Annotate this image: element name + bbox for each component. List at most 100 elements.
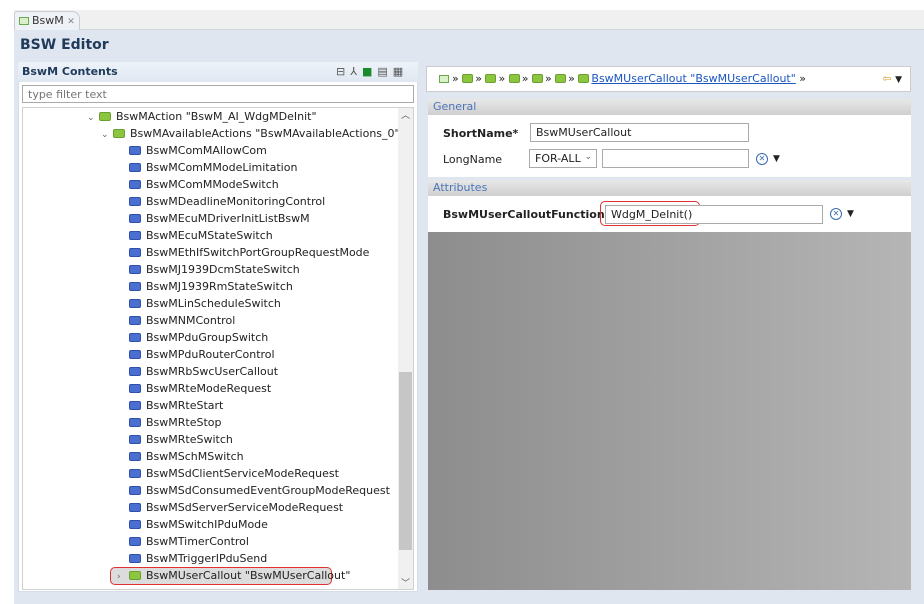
section-general-title: General [428, 99, 911, 115]
document-icon[interactable]: ▤ [377, 65, 392, 78]
tree-item-label: BswMUserCallout "BswMUserCallout" [146, 569, 351, 582]
expand-chevron-icon[interactable]: ⌄ [101, 127, 113, 144]
tree-item[interactable]: BswMRteStop [129, 414, 222, 431]
tree-item[interactable]: BswMSdServerServiceModeRequest [129, 499, 343, 516]
tree-item-label: BswMSchMSwitch [146, 450, 244, 463]
tree-item[interactable]: BswMDeadlineMonitoringControl [129, 193, 325, 210]
tree-item-label: BswMRbSwcUserCallout [146, 365, 279, 378]
tree-item[interactable]: BswMComMAllowCom [129, 142, 267, 159]
tree-item[interactable]: BswMRteStart [129, 397, 223, 414]
table-icon[interactable]: ▦ [393, 65, 408, 78]
folder-icon[interactable] [531, 74, 543, 83]
scrollbar-thumb[interactable] [399, 372, 412, 550]
tree-item[interactable]: BswMRteModeRequest [129, 380, 271, 397]
callout-function-field[interactable]: WdgM_DeInit() [605, 205, 823, 224]
folder-icon [129, 282, 141, 291]
tree-item-label: BswMJ1939DcmStateSwitch [146, 263, 300, 276]
tree-item[interactable]: BswMSchMSwitch [129, 448, 244, 465]
tree-item-label: BswMComMModeLimitation [146, 161, 298, 174]
module-icon[interactable] [439, 75, 449, 83]
scroll-down-icon[interactable]: ﹀ [398, 576, 413, 589]
tab-bswm[interactable]: BswM ✕ [14, 11, 80, 30]
tree-item[interactable]: BswMPduRouterControl [129, 346, 275, 363]
chevron-right-icon[interactable]: » [498, 72, 508, 85]
language-select[interactable]: FOR-ALL ⌄ [529, 149, 597, 168]
tree-item[interactable]: ⌄ BswMAvailableActions "BswMAvailableActi… [101, 125, 400, 142]
chevron-right-icon[interactable]: » [522, 72, 532, 85]
folder-icon[interactable] [508, 74, 520, 83]
tree-item[interactable]: ⌄ BswMAction "BswM_AI_WdgMDeInit" [87, 108, 317, 125]
dropdown-arrow-icon[interactable]: ▼ [773, 154, 780, 164]
tree-item[interactable]: BswMJ1939DcmStateSwitch [129, 261, 300, 278]
folder-icon [129, 503, 141, 512]
dropdown-arrow-icon[interactable]: ▼ [847, 209, 854, 219]
tree-item-label: BswMComMAllowCom [146, 144, 267, 157]
scroll-up-icon[interactable]: ︿ [398, 108, 413, 121]
chevron-right-icon[interactable]: » [545, 72, 555, 85]
tree-item[interactable]: BswMTriggerIPduSend [129, 550, 267, 567]
tree-item[interactable]: BswMComMModeSwitch [129, 176, 279, 193]
tree-item[interactable]: BswMNMControl [129, 312, 235, 329]
tree-item-label: BswMEthIfSwitchPortGroupRequestMode [146, 246, 370, 259]
variant-icon[interactable]: ■ [362, 65, 377, 78]
tree-item[interactable]: BswMRbSwcUserCallout [129, 363, 278, 380]
tree-item[interactable]: BswMSdConsumedEventGroupModeRequest [129, 482, 390, 499]
breadcrumb: » » » » » » BswMUserCallout "BswMUserCal… [426, 66, 911, 92]
tree-item[interactable]: BswMEcuMStateSwitch [129, 227, 273, 244]
tree-item-label: BswMEcuMStateSwitch [146, 229, 273, 242]
folder-icon[interactable] [462, 74, 474, 83]
collapse-chevron-icon[interactable]: › [117, 569, 129, 586]
tree-item[interactable]: BswMEcuMDriverInitListBswM [129, 210, 310, 227]
shortname-field[interactable]: BswMUserCallout [530, 123, 749, 142]
filter-input[interactable] [22, 85, 414, 103]
folder-icon [129, 469, 141, 478]
chevron-right-icon[interactable]: » [452, 72, 462, 85]
tree-item[interactable]: BswMSdClientServiceModeRequest [129, 465, 339, 482]
folder-icon [129, 265, 141, 274]
tree-item-label: BswMSdServerServiceModeRequest [146, 501, 344, 514]
folder-icon [129, 231, 141, 240]
tree-item[interactable]: BswMEthIfSwitchPortGroupRequestMode [129, 244, 369, 261]
tree-item[interactable]: BswMRteSwitch [129, 431, 233, 448]
tree-item-label: BswMSdConsumedEventGroupModeRequest [146, 484, 390, 497]
folder-icon [129, 316, 141, 325]
folder-icon [129, 197, 141, 206]
chevron-right-icon[interactable]: » [568, 72, 578, 85]
contents-toolbar: ⊟⅄■▤▦ [336, 65, 408, 78]
folder-icon[interactable] [555, 74, 567, 83]
tree-item[interactable]: BswMComMModeLimitation [129, 159, 297, 176]
tree-item[interactable]: BswMSwitchIPduMode [129, 516, 268, 533]
longname-field[interactable] [602, 149, 749, 168]
folder-icon[interactable] [578, 74, 590, 83]
tree-item[interactable]: › BswMUserCallout "BswMUserCallout" [117, 567, 350, 584]
folder-icon [129, 435, 141, 444]
tree-item[interactable]: BswMTimerControl [129, 533, 249, 550]
tree-item-label: BswMRteModeRequest [146, 382, 272, 395]
tree-item-label: BswMRteStop [146, 416, 222, 429]
tree-item-label: BswMLinScheduleSwitch [146, 297, 281, 310]
tree-item-label: BswMPduRouterControl [146, 348, 275, 361]
hierarchy-icon[interactable]: ⅄ [350, 65, 362, 78]
tree-item[interactable]: BswMJ1939RmStateSwitch [129, 278, 293, 295]
folder-icon [129, 401, 141, 410]
folder-icon [129, 299, 141, 308]
tree-item[interactable]: BswMLinScheduleSwitch [129, 295, 281, 312]
folder-icon [129, 537, 141, 546]
clear-icon[interactable]: ✕ [756, 153, 768, 165]
folder-icon [129, 486, 141, 495]
chevron-down-icon: ⌄ [584, 152, 592, 162]
chevron-right-icon[interactable]: » [475, 72, 485, 85]
close-icon[interactable]: ✕ [67, 17, 75, 27]
folder-icon[interactable] [485, 74, 497, 83]
back-arrow-icon[interactable]: ⇦ ▼ [882, 72, 902, 85]
clear-icon[interactable]: ✕ [830, 208, 842, 220]
expand-chevron-icon[interactable]: ⌄ [87, 110, 99, 127]
folder-icon [129, 520, 141, 529]
folder-icon [129, 452, 141, 461]
tree-item[interactable]: BswMPduGroupSwitch [129, 329, 268, 346]
tree-item-label: BswMSdClientServiceModeRequest [146, 467, 339, 480]
breadcrumb-current-link[interactable]: BswMUserCallout "BswMUserCallout" [591, 72, 795, 85]
collapse-all-icon[interactable]: ⊟ [336, 65, 350, 78]
folder-icon [129, 384, 141, 393]
chevron-right-icon[interactable]: » [799, 72, 806, 85]
